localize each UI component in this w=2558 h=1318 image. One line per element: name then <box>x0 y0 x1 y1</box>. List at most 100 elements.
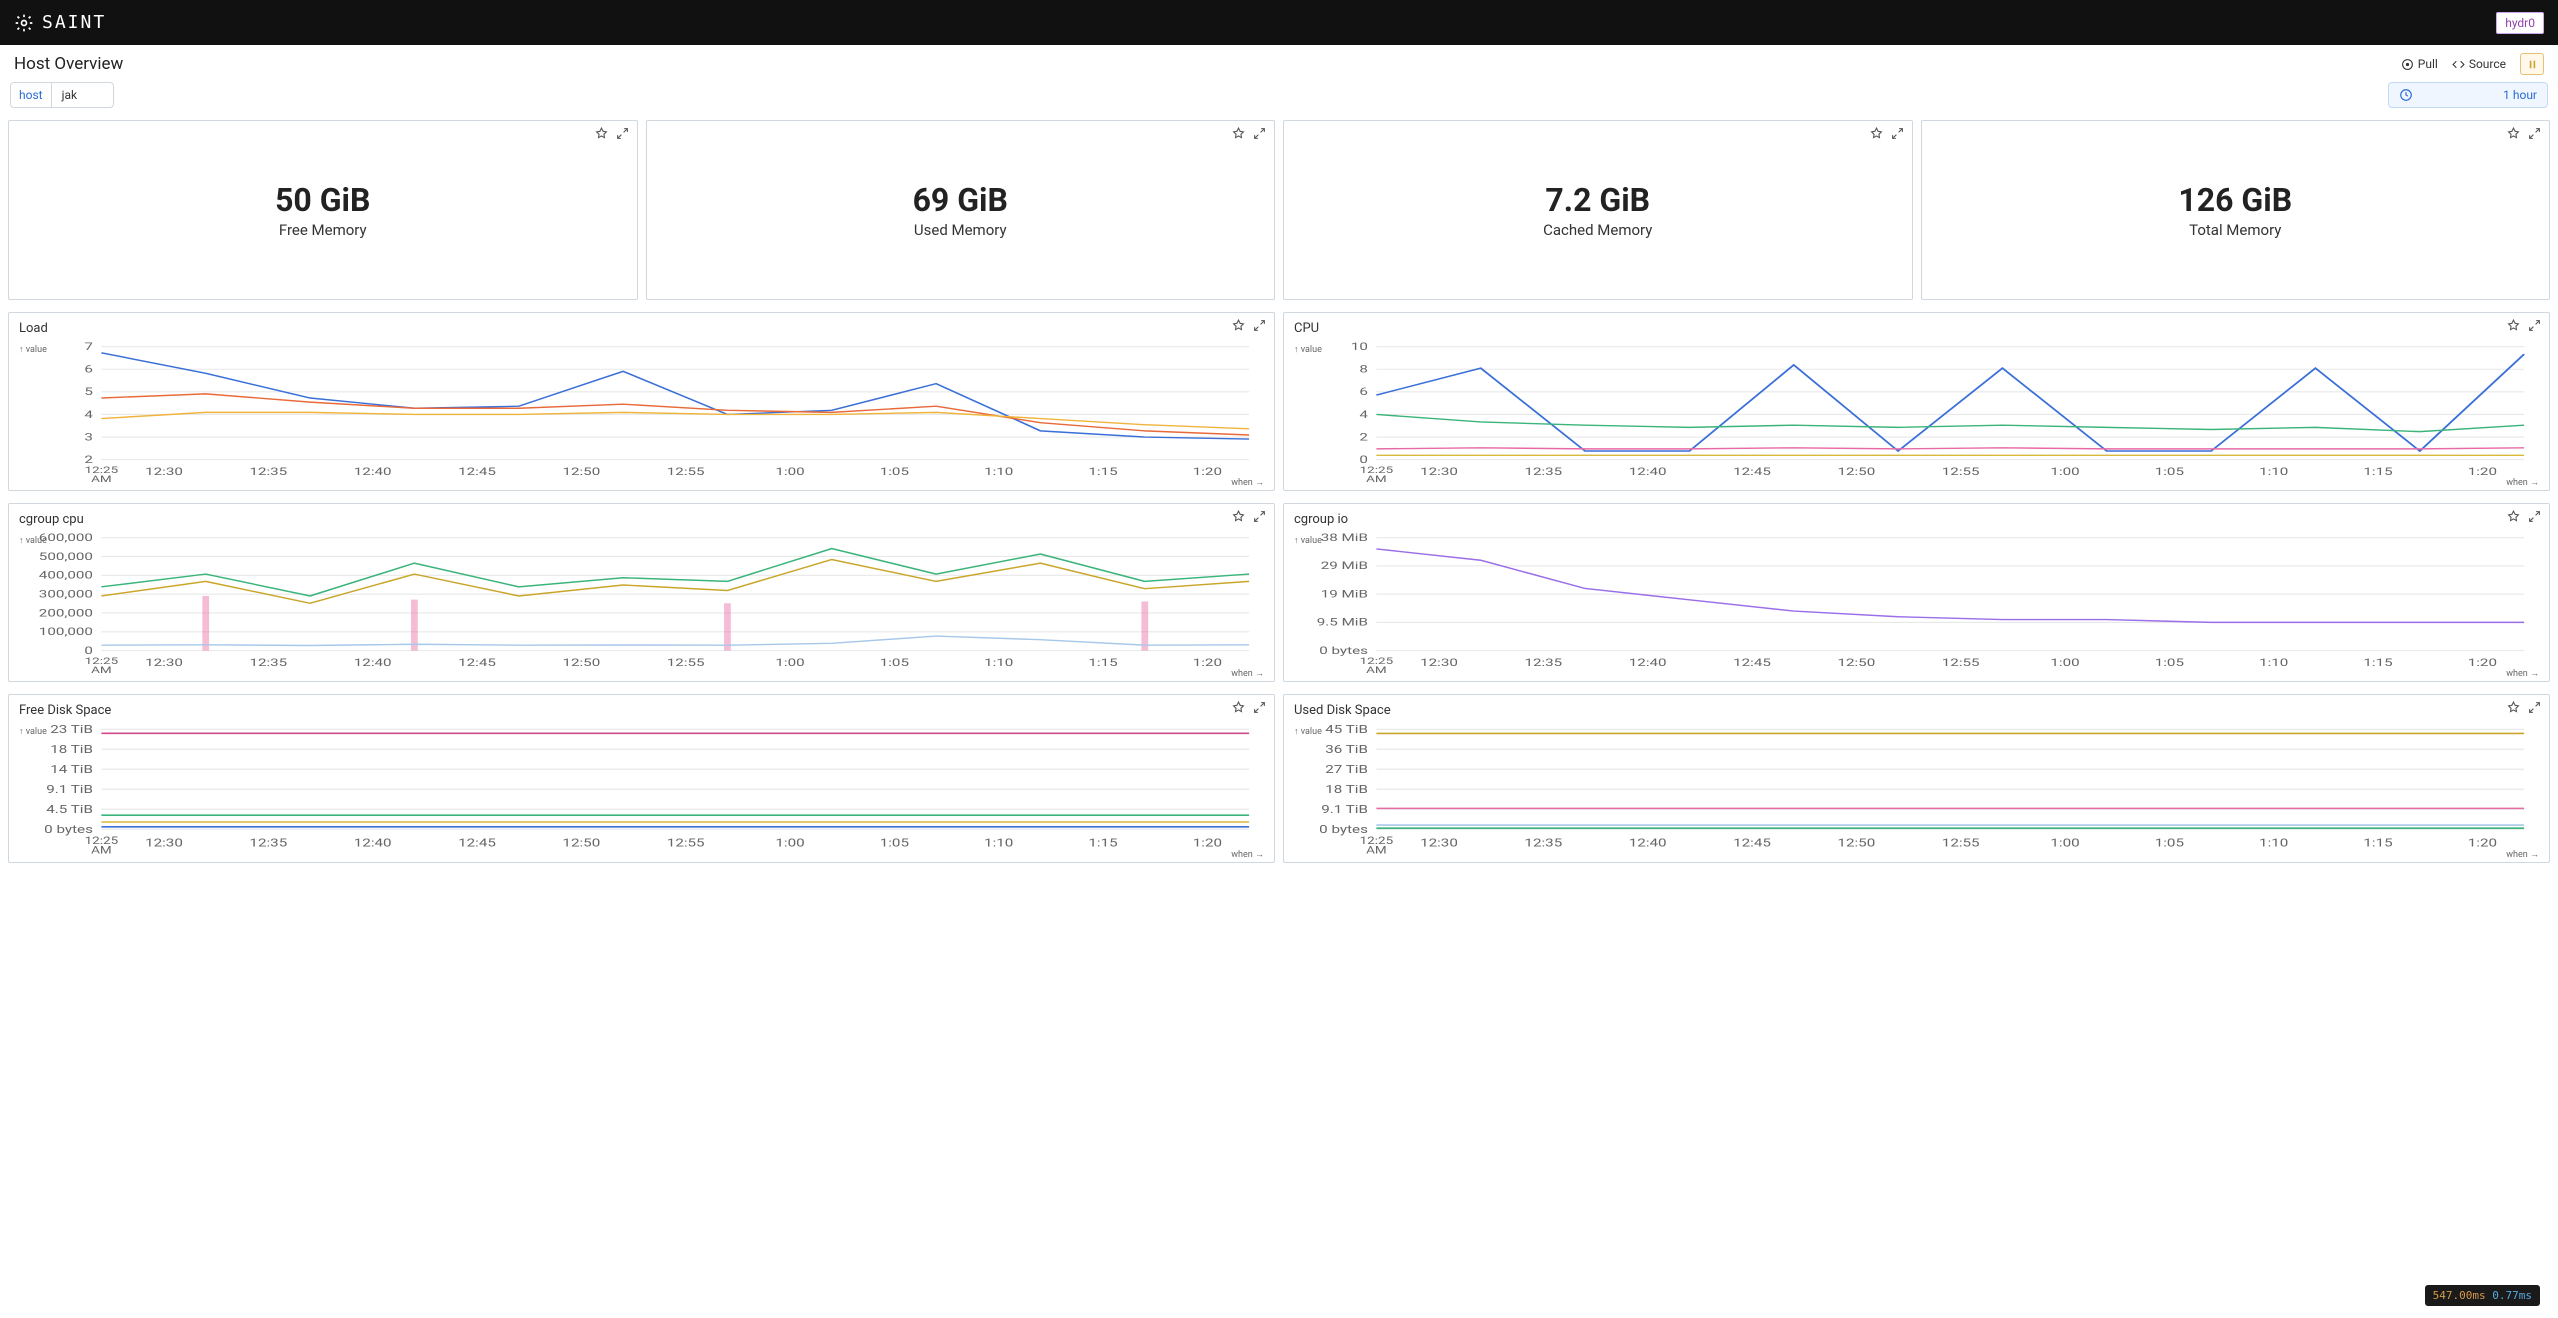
svg-text:12:45: 12:45 <box>458 658 496 670</box>
pin-icon[interactable] <box>1232 127 1245 144</box>
svg-text:8: 8 <box>1359 364 1368 376</box>
svg-text:12:55: 12:55 <box>1942 658 1980 670</box>
chart-free_disk: Free Disk Space ↑ value 0 bytes4.5 TiB9.… <box>8 694 1275 863</box>
chart-row-2: cgroup cpu ↑ value 0100,000200,000300,00… <box>0 499 2558 690</box>
svg-text:400,000: 400,000 <box>39 570 93 582</box>
svg-text:1:10: 1:10 <box>2259 658 2288 670</box>
svg-text:12:35: 12:35 <box>1524 658 1562 670</box>
pin-icon[interactable] <box>2507 319 2520 336</box>
stat-label: Cached Memory <box>1543 221 1652 239</box>
brand[interactable]: SAINT <box>14 12 106 33</box>
chart-cgroup_cpu: cgroup cpu ↑ value 0100,000200,000300,00… <box>8 503 1275 682</box>
chart-title: Used Disk Space <box>1284 695 2549 722</box>
svg-text:300,000: 300,000 <box>39 589 93 601</box>
x-axis-label: when → <box>1231 477 1264 488</box>
expand-icon[interactable] <box>1891 127 1904 144</box>
svg-text:AM: AM <box>91 844 112 856</box>
svg-text:12:30: 12:30 <box>1420 837 1458 849</box>
expand-icon[interactable] <box>1253 701 1266 718</box>
expand-icon[interactable] <box>2528 510 2541 527</box>
expand-icon[interactable] <box>1253 127 1266 144</box>
svg-text:45 TiB: 45 TiB <box>1325 724 1368 736</box>
brand-gear-icon <box>14 13 34 33</box>
svg-text:4: 4 <box>1359 409 1368 421</box>
svg-text:12:40: 12:40 <box>354 467 392 479</box>
svg-text:12:50: 12:50 <box>1837 837 1875 849</box>
expand-icon[interactable] <box>616 127 629 144</box>
svg-text:12:45: 12:45 <box>1733 658 1771 670</box>
chart-title: CPU <box>1284 313 2549 340</box>
svg-text:1:00: 1:00 <box>2050 837 2079 849</box>
svg-text:1:15: 1:15 <box>1088 467 1117 479</box>
svg-text:1:00: 1:00 <box>2050 658 2079 670</box>
chart-title: Load <box>9 313 1274 340</box>
x-axis-label: when → <box>1231 668 1264 679</box>
y-axis-label: ↑ value <box>19 726 47 737</box>
svg-text:1:00: 1:00 <box>775 837 804 849</box>
svg-text:1:00: 1:00 <box>775 658 804 670</box>
svg-text:18 TiB: 18 TiB <box>1325 784 1368 796</box>
svg-text:1:20: 1:20 <box>1193 467 1222 479</box>
svg-text:6: 6 <box>1359 387 1368 399</box>
stat-value: 126 GiB <box>2178 181 2292 219</box>
svg-text:27 TiB: 27 TiB <box>1325 764 1368 776</box>
svg-text:29 MiB: 29 MiB <box>1321 561 1368 573</box>
svg-text:1:15: 1:15 <box>2363 467 2392 479</box>
svg-text:12:35: 12:35 <box>249 837 287 849</box>
svg-text:1:10: 1:10 <box>984 658 1013 670</box>
svg-text:2: 2 <box>1359 432 1368 444</box>
brand-text: SAINT <box>42 12 106 33</box>
svg-text:12:55: 12:55 <box>667 467 705 479</box>
expand-icon[interactable] <box>2528 701 2541 718</box>
pin-icon[interactable] <box>2507 701 2520 718</box>
pause-button[interactable] <box>2520 53 2544 75</box>
svg-text:12:35: 12:35 <box>249 467 287 479</box>
svg-text:1:20: 1:20 <box>2468 467 2497 479</box>
expand-icon[interactable] <box>1253 319 1266 336</box>
expand-icon[interactable] <box>2528 319 2541 336</box>
user-chip[interactable]: hydr0 <box>2496 12 2544 34</box>
page-title: Host Overview <box>14 54 123 74</box>
source-button[interactable]: Source <box>2452 57 2506 71</box>
chart-used_disk: Used Disk Space ↑ value 0 bytes9.1 TiB18… <box>1283 694 2550 863</box>
pin-icon[interactable] <box>2507 510 2520 527</box>
pin-icon[interactable] <box>1232 319 1245 336</box>
svg-text:12:30: 12:30 <box>145 467 183 479</box>
svg-text:19 MiB: 19 MiB <box>1321 589 1368 601</box>
svg-text:1:05: 1:05 <box>2155 658 2184 670</box>
svg-text:1:10: 1:10 <box>984 837 1013 849</box>
pin-icon[interactable] <box>595 127 608 144</box>
stat-panel-used-memory: 69 GiB Used Memory <box>646 120 1276 300</box>
svg-text:38 MiB: 38 MiB <box>1321 532 1368 544</box>
svg-text:1:05: 1:05 <box>880 658 909 670</box>
timerange-label: 1 hour <box>2503 88 2537 102</box>
stat-panel-free-memory: 50 GiB Free Memory <box>8 120 638 300</box>
svg-text:9.1 TiB: 9.1 TiB <box>1321 804 1368 816</box>
filter-value: jak <box>52 83 113 107</box>
chart-title: cgroup cpu <box>9 504 1274 531</box>
pin-icon[interactable] <box>2507 127 2520 144</box>
svg-text:6: 6 <box>84 364 93 376</box>
pin-icon[interactable] <box>1232 510 1245 527</box>
pull-button[interactable]: Pull <box>2401 57 2438 71</box>
svg-text:9.1 TiB: 9.1 TiB <box>46 784 93 796</box>
svg-text:12:40: 12:40 <box>1629 658 1667 670</box>
chart-load: Load ↑ value 23456712:25AM12:3012:3512:4… <box>8 312 1275 491</box>
svg-text:12:30: 12:30 <box>145 837 183 849</box>
expand-icon[interactable] <box>1253 510 1266 527</box>
stat-panel-total-memory: 126 GiB Total Memory <box>1921 120 2551 300</box>
expand-icon[interactable] <box>2528 127 2541 144</box>
svg-text:12:50: 12:50 <box>1837 467 1875 479</box>
stat-label: Used Memory <box>914 221 1007 239</box>
x-axis-label: when → <box>2506 849 2539 860</box>
svg-text:9.5 MiB: 9.5 MiB <box>1317 617 1368 629</box>
host-filter-pill[interactable]: host jak <box>10 82 114 108</box>
pin-icon[interactable] <box>1870 127 1883 144</box>
clock-icon <box>2399 88 2413 102</box>
pin-icon[interactable] <box>1232 701 1245 718</box>
svg-text:AM: AM <box>91 473 112 484</box>
time-range-picker[interactable]: 1 hour <box>2388 82 2548 108</box>
svg-text:12:55: 12:55 <box>667 837 705 849</box>
svg-text:12:40: 12:40 <box>354 837 392 849</box>
svg-text:12:30: 12:30 <box>1420 658 1458 670</box>
